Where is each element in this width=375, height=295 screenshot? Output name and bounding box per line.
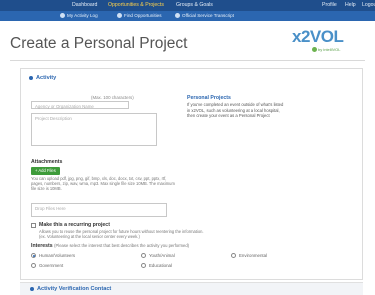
recurring-project-label: Make this a recurring project <box>39 222 110 228</box>
agency-name-input[interactable]: Agency or Organization Name <box>31 101 129 109</box>
form-panel: Activity (Max. 100 characters) Agency or… <box>20 68 363 280</box>
logo-dot-icon <box>312 47 317 52</box>
interest-label-youth-animal: Youth/Animal <box>149 253 175 258</box>
nav-opportunities-projects[interactable]: Opportunities & Projects <box>108 1 164 10</box>
activity-section-title: Activity <box>29 75 56 81</box>
interest-label-government: Government <box>39 263 64 268</box>
subnav-find-opportunities-label: Find Opportunities <box>124 13 162 18</box>
character-limit-note: (Max. 100 characters) <box>91 95 134 100</box>
personal-projects-help: If you've completed an event outside of … <box>187 102 284 118</box>
interests-label-bold: Interests <box>31 243 53 249</box>
recurring-project-checkbox[interactable] <box>31 223 36 228</box>
section-bullet-icon <box>29 75 33 80</box>
recurring-project-note: Allows you to reuse the personal project… <box>39 229 204 239</box>
interest-radio-human-volunteers[interactable] <box>31 253 36 258</box>
transcript-icon <box>175 13 180 19</box>
interest-radio-educational[interactable] <box>141 263 146 268</box>
add-files-button[interactable]: + Add Files <box>31 167 60 175</box>
interest-label-educational: Educational <box>149 263 172 268</box>
nav-logout[interactable]: Logout <box>362 1 375 10</box>
attachments-note: You can upload pdf, jpg, png, gif, bmp, … <box>31 176 175 191</box>
nav-help[interactable]: Help <box>345 1 356 10</box>
page-title: Create a Personal Project <box>10 35 188 52</box>
file-drop-input[interactable]: Drop Files Here <box>31 203 167 217</box>
subnav-activity-log[interactable]: My Activity Log <box>60 12 98 20</box>
top-nav: Dashboard Opportunities & Projects Group… <box>0 0 375 11</box>
interest-label-human-volunteers: Human/Volunteers <box>39 253 76 258</box>
nav-dashboard[interactable]: Dashboard <box>72 1 97 10</box>
nav-profile[interactable]: Profile <box>322 1 337 10</box>
verification-section-bar: Activity Verification Contact <box>20 282 363 295</box>
title-divider <box>10 60 365 61</box>
sub-nav: My Activity Log Find Opportunities Offic… <box>0 11 375 21</box>
subnav-service-transcript[interactable]: Official Service Transcript <box>175 12 234 20</box>
activity-log-icon <box>60 13 65 19</box>
project-description-input[interactable]: Project Description <box>31 113 157 146</box>
interest-radio-youth-animal[interactable] <box>141 253 146 258</box>
section-bullet-icon <box>30 286 34 291</box>
interest-radio-government[interactable] <box>31 263 36 268</box>
verification-section-title: Activity Verification Contact <box>30 286 111 292</box>
interest-label-environmental: Environmental <box>239 253 268 258</box>
personal-projects-title: Personal Projects <box>187 95 231 101</box>
x2vol-logo: x2VOL by intelliVOL <box>292 27 362 63</box>
activity-section-label: Activity <box>36 75 57 81</box>
subnav-service-transcript-label: Official Service Transcript <box>182 13 234 18</box>
logo-subtext: by intelliVOL <box>318 47 341 52</box>
logo-text: x2VOL <box>292 27 344 46</box>
interest-radio-environmental[interactable] <box>231 253 236 258</box>
verification-section-label: Activity Verification Contact <box>37 286 112 292</box>
subnav-find-opportunities[interactable]: Find Opportunities <box>117 12 162 20</box>
subnav-activity-log-label: My Activity Log <box>67 13 98 18</box>
search-icon <box>117 13 122 19</box>
nav-groups-goals[interactable]: Groups & Goals <box>176 1 213 10</box>
interests-label-help: (Please select the interest that best de… <box>54 243 190 248</box>
attachments-label: Attachments <box>31 159 63 165</box>
interests-label: Interests (Please select the interest th… <box>31 243 189 249</box>
